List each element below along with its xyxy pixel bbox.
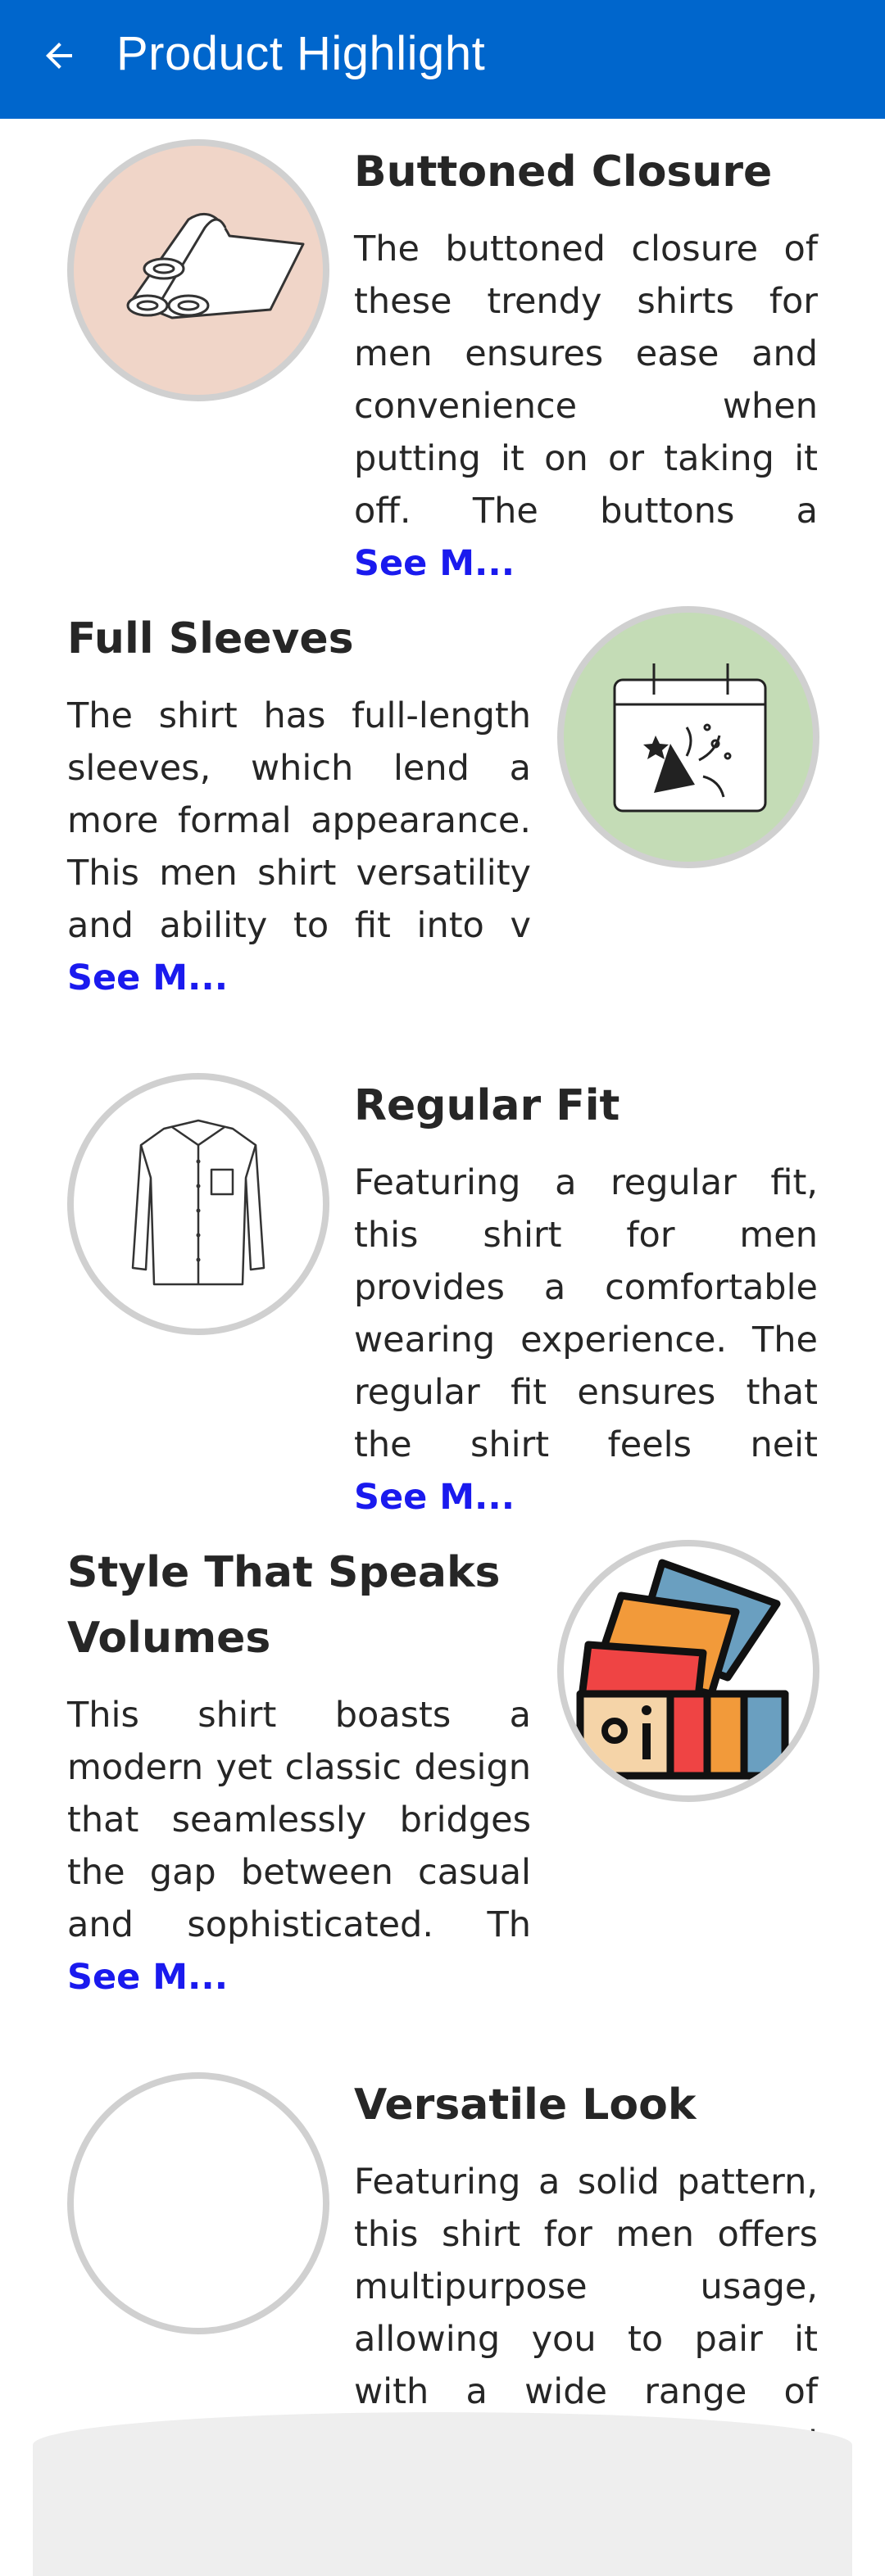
highlight-description: This shirt boasts a modern yet classic d… xyxy=(67,1695,531,1998)
color-palette-icon xyxy=(576,1559,789,1780)
highlight-title: Regular Fit xyxy=(354,1081,620,1130)
highlight-image xyxy=(67,2072,329,2334)
highlight-title: Versatile Look xyxy=(354,2080,697,2130)
see-more-link[interactable]: See M... xyxy=(67,958,228,998)
highlight-title: Full Sleeves xyxy=(67,614,354,663)
highlight-description: Featuring a regular fit, this shirt for … xyxy=(354,1162,818,1518)
see-more-link[interactable]: See M... xyxy=(354,1477,515,1518)
highlight-title: Buttoned Closure xyxy=(354,147,773,197)
highlight-image xyxy=(557,1540,819,1802)
highlight-description: The buttoned closure of these trendy shi… xyxy=(354,229,818,584)
arrow-left-icon xyxy=(46,43,72,69)
highlight-image xyxy=(557,606,819,868)
bottom-sheet-edge xyxy=(33,2412,852,2576)
party-calendar-icon xyxy=(613,663,767,813)
page-title: Product Highlight xyxy=(116,27,486,80)
shirt-icon xyxy=(131,1119,266,1286)
highlight-image xyxy=(67,1073,329,1335)
fabric-rolls-icon xyxy=(126,212,305,319)
see-more-link[interactable]: See M... xyxy=(67,1957,228,1998)
see-more-link[interactable]: See M... xyxy=(354,543,515,584)
app-bar: Product Highlight xyxy=(0,0,885,119)
back-button[interactable] xyxy=(33,29,85,82)
highlight-image xyxy=(67,139,329,401)
highlight-title: Style That Speaks Volumes xyxy=(67,1548,501,1663)
highlight-description: The shirt has full-length sleeves, which… xyxy=(67,695,531,998)
